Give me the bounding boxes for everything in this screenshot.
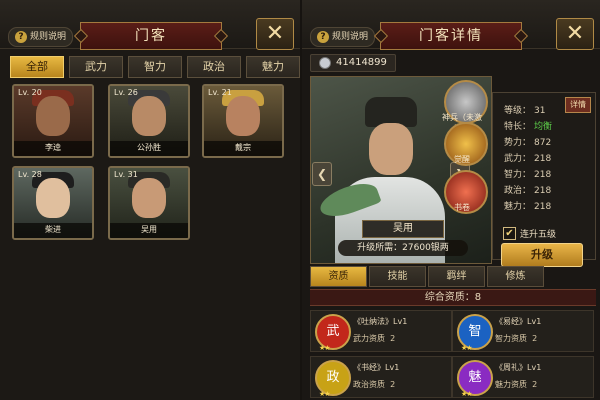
multi-level-checkbox[interactable]: ✔ 连升五级 [503, 227, 556, 240]
star-rating: ★★ [319, 344, 331, 352]
tab-all[interactable]: 全部 [10, 56, 64, 78]
tab-bonds[interactable]: 羁绊 [428, 266, 485, 287]
book-attr: 武力资质 2 [353, 334, 396, 343]
tab-intellect[interactable]: 智力 [128, 56, 182, 78]
awaken-skill-label: 觉醒 [454, 155, 470, 164]
book-title: 《周礼》Lv1 [495, 363, 542, 372]
star-rating: ★★ [461, 344, 473, 352]
question-icon: ? [317, 31, 329, 43]
hero-name: 戴宗 [235, 143, 251, 152]
question-icon: ? [15, 31, 27, 43]
silver-balance: 41414899 [310, 54, 396, 72]
hero-level: Lv. 28 [18, 170, 42, 179]
face [132, 96, 166, 136]
filter-tabs: 全部 武力 智力 政治 魅力 [10, 56, 300, 78]
book-title: 《书经》Lv1 [353, 363, 400, 372]
silver-amount: 41414899 [336, 57, 387, 68]
stat-specialty: 特长： 均衡 [504, 122, 553, 132]
face [226, 96, 260, 136]
stats-box: 详情 等级： 31 特长： 均衡 势力： 872 武力： 218 智力： 218 政治： 2… [492, 92, 596, 267]
hero-name: 吴用 [141, 225, 157, 234]
hero-card-daizong[interactable]: Lv. 21 戴宗 [202, 84, 284, 158]
tab-aptitude[interactable]: 资质 [310, 266, 367, 287]
hero-face [369, 123, 413, 175]
hero-level: Lv. 21 [208, 88, 232, 97]
book-title: 《吐纳法》Lv1 [353, 317, 408, 326]
rules-button-right[interactable]: ? 规则说明 [310, 27, 376, 47]
close-button-right[interactable]: ✕ [556, 18, 594, 50]
hero-list-panel: ? 规则说明 门客 ✕ 全部 武力 智力 政治 魅力 Lv. 20 李逵 Lv.… [0, 0, 300, 400]
stat-level: 等级： 31 [504, 106, 546, 116]
aptitude-book-politics[interactable]: 政 ★★ 《书经》Lv1 政治资质 2 [310, 356, 452, 398]
close-icon: ✕ [265, 21, 285, 46]
tab-charm[interactable]: 魅力 [246, 56, 300, 78]
left-topbar: ? 规则说明 门客 ✕ [0, 0, 300, 50]
right-topbar: ? 规则说明 门客详情 ✕ [302, 0, 600, 50]
prev-hero-arrow[interactable]: ❮ [312, 162, 332, 186]
hero-name: 柴进 [45, 225, 61, 234]
stat-power: 势力： 872 [504, 138, 552, 148]
upgrade-button[interactable]: 升级 [501, 243, 583, 267]
face [132, 178, 166, 218]
star-rating: ★★ [319, 390, 331, 398]
tab-force[interactable]: 武力 [69, 56, 123, 78]
hero-level: Lv. 20 [18, 88, 42, 97]
hero-card-gongsunsheng[interactable]: Lv. 26 公孙胜 [108, 84, 190, 158]
close-icon: ✕ [565, 21, 585, 46]
rules-label: 规则说明 [30, 32, 67, 42]
hero-level: Lv. 26 [114, 88, 138, 97]
aptitude-book-charm[interactable]: 魅 ★★ 《周礼》Lv1 魅力资质 2 [452, 356, 594, 398]
detail-tabs: 资质 技能 羁绊 修炼 [310, 266, 544, 287]
hero-card-likui[interactable]: Lv. 20 李逵 [12, 84, 94, 158]
checkmark-icon: ✔ [503, 227, 516, 240]
hero-name: 李逵 [45, 143, 61, 152]
silver-coin-icon [319, 57, 331, 69]
hero-name-plate: 吴用 [362, 220, 444, 238]
stat-charm: 魅力： 218 [504, 202, 552, 212]
book-attr: 智力资质 2 [495, 334, 538, 343]
rules-button-left[interactable]: ? 规则说明 [8, 27, 74, 47]
checkbox-label: 连升五级 [520, 230, 557, 240]
upgrade-cost: 升级所需：27600银两 [338, 240, 468, 256]
panel-title-hero: 门客 [80, 22, 222, 50]
hero-name: 公孙胜 [137, 143, 161, 152]
hero-detail-panel: ? 规则说明 门客详情 ✕ 41414899 ❮ ❯ 神兵（未激活） 觉醒 书卷… [302, 0, 600, 400]
book-skill-label: 书卷 [454, 203, 470, 212]
book-attr: 魅力资质 2 [495, 380, 538, 389]
book-title: 《易经》Lv1 [495, 317, 542, 326]
face [36, 96, 70, 136]
detail-button[interactable]: 详情 [565, 97, 591, 113]
stat-intellect: 智力： 218 [504, 170, 552, 180]
stat-politics: 政治： 218 [504, 186, 552, 196]
aptitude-book-intellect[interactable]: 智 ★★ 《易经》Lv1 智力资质 2 [452, 310, 594, 352]
chevron-left-icon: ❮ [316, 167, 328, 181]
hero-level: Lv. 31 [114, 170, 138, 179]
hero-card-chaijin[interactable]: Lv. 28 柴进 [12, 166, 94, 240]
tab-training[interactable]: 修炼 [487, 266, 544, 287]
tab-skills[interactable]: 技能 [369, 266, 426, 287]
face [36, 178, 70, 218]
star-rating: ★★ [461, 390, 473, 398]
book-attr: 政治资质 2 [353, 380, 396, 389]
panel-title-detail: 门客详情 [380, 22, 522, 50]
overall-aptitude: 综合资质：8 [310, 289, 596, 306]
close-button-left[interactable]: ✕ [256, 18, 294, 50]
tab-politics[interactable]: 政治 [187, 56, 241, 78]
stat-force: 武力： 218 [504, 154, 552, 164]
aptitude-book-force[interactable]: 武 ★★ 《吐纳法》Lv1 武力资质 2 [310, 310, 452, 352]
hero-card-wuyong[interactable]: Lv. 31 吴用 [108, 166, 190, 240]
rules-label: 规则说明 [332, 32, 369, 42]
